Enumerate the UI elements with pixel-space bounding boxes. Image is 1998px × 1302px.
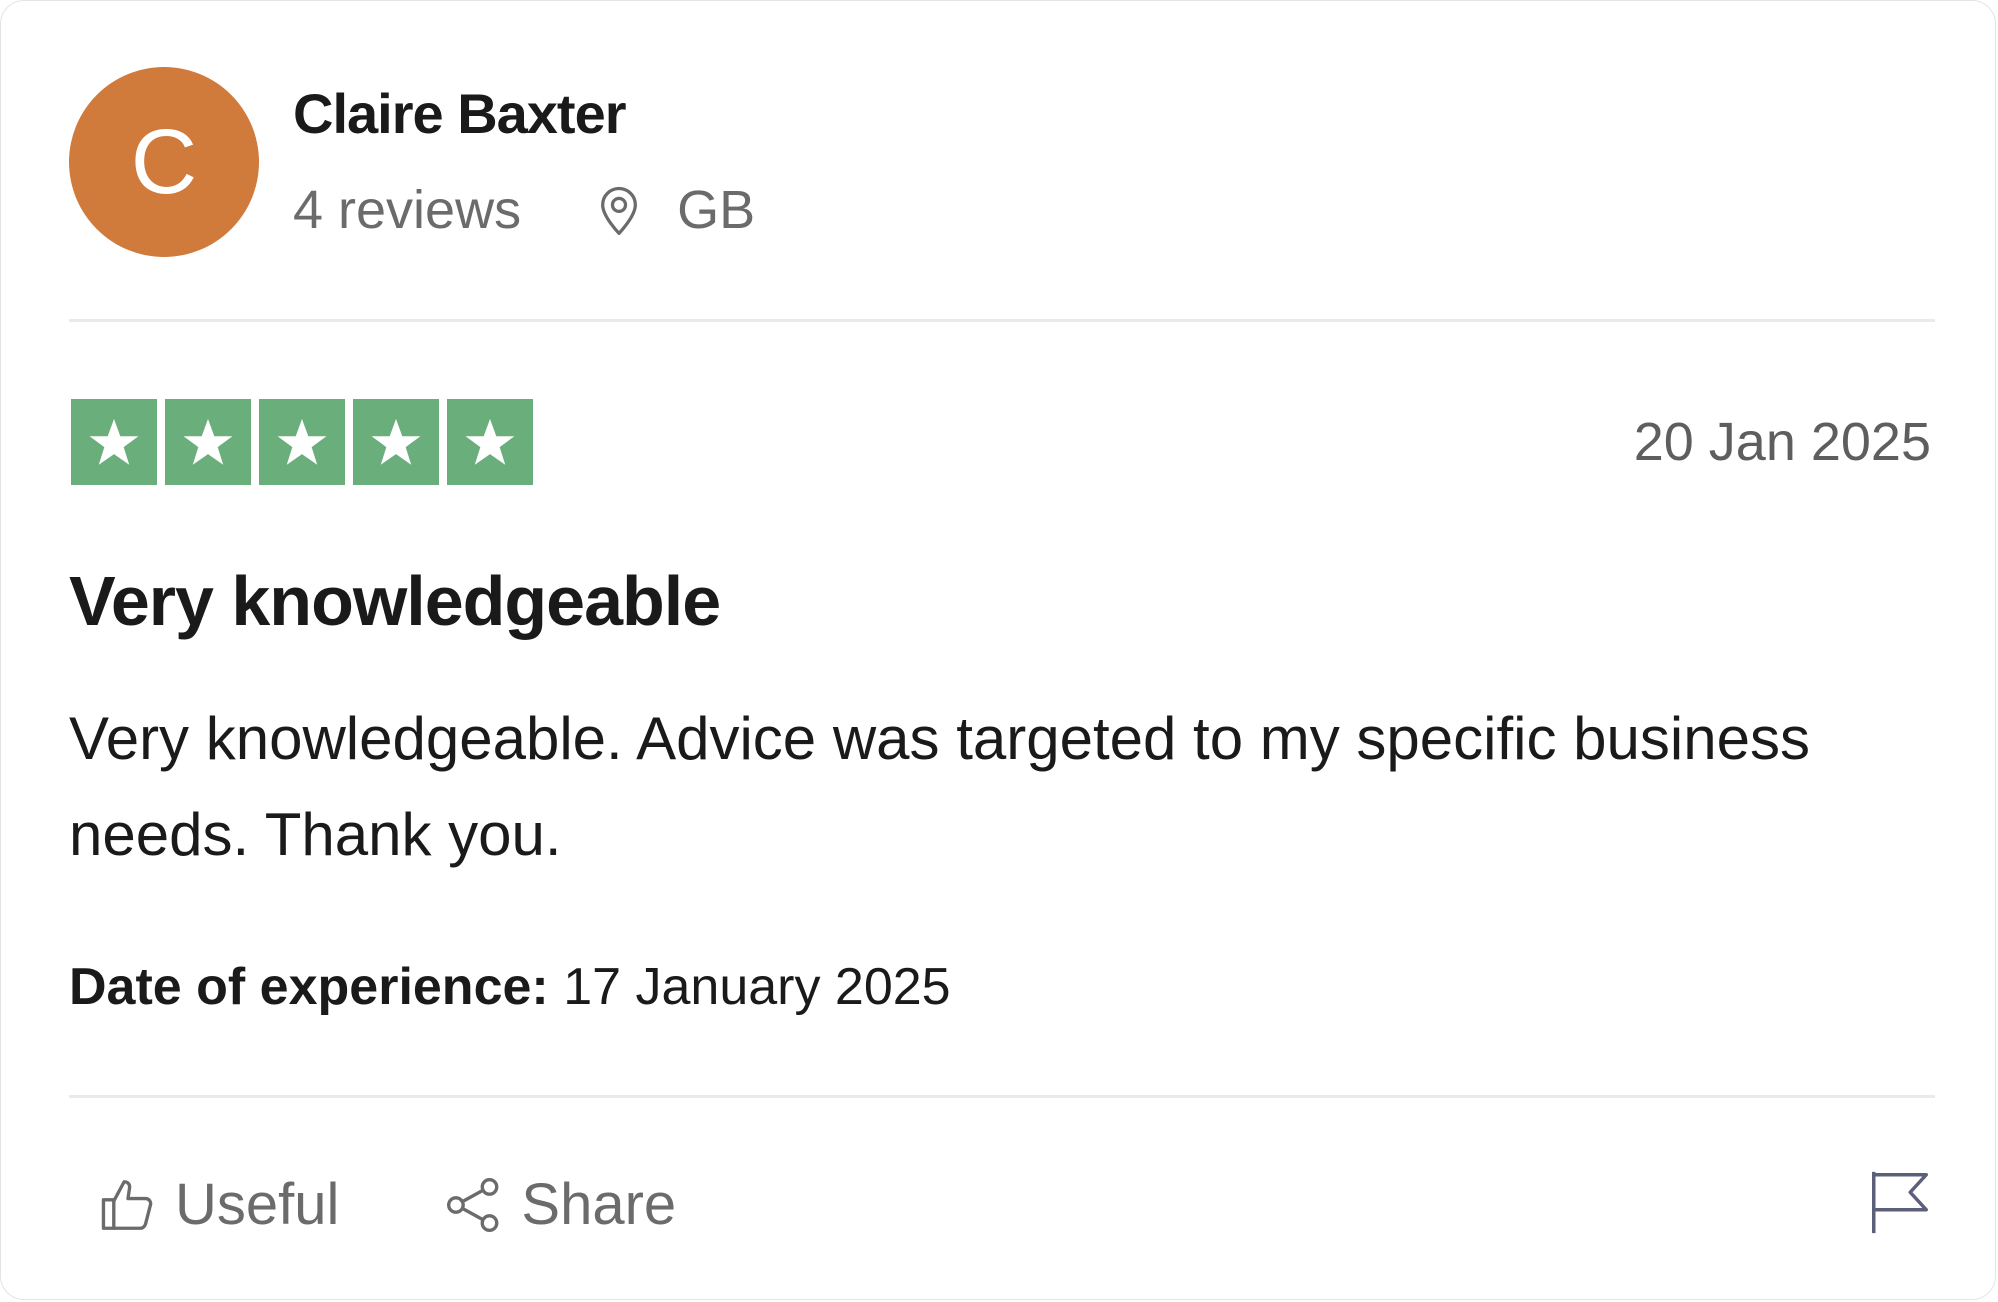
divider-top	[69, 319, 1935, 322]
location-pin-icon	[601, 186, 638, 235]
avatar[interactable]: C	[69, 67, 259, 257]
star-icon	[183, 419, 233, 465]
star-4	[353, 399, 439, 485]
thumbs-up-icon	[101, 1179, 153, 1230]
reviews-count: 4 reviews	[293, 180, 522, 240]
review-card: C Claire Baxter 4 reviews GB 20 Jan 2025…	[0, 0, 1996, 1300]
flag-icon[interactable]	[1865, 1165, 1935, 1237]
reviewer-meta: 4 reviews GB	[293, 179, 755, 241]
divider-bottom	[69, 1095, 1935, 1098]
review-title[interactable]: Very knowledgeable	[69, 561, 721, 641]
useful-label: Useful	[175, 1172, 340, 1237]
star-icon	[277, 419, 327, 465]
star-rating	[71, 399, 533, 485]
date-of-experience: Date of experience: 17 January 2025	[69, 957, 951, 1017]
experience-date: 17 January 2025	[563, 958, 951, 1016]
star-2	[165, 399, 251, 485]
share-label: Share	[521, 1172, 677, 1237]
review-date: 20 Jan 2025	[1633, 412, 1931, 472]
reviewer-name[interactable]: Claire Baxter	[293, 81, 627, 146]
star-3	[259, 399, 345, 485]
star-icon	[89, 419, 139, 465]
review-actions: Useful Share	[97, 1171, 676, 1238]
star-5	[447, 399, 533, 485]
experience-label: Date of experience:	[69, 958, 549, 1016]
avatar-initial: C	[130, 110, 198, 213]
star-icon	[465, 419, 515, 465]
star-1	[71, 399, 157, 485]
share-icon	[447, 1177, 499, 1232]
share-button[interactable]: Share	[443, 1171, 676, 1238]
useful-button[interactable]: Useful	[97, 1171, 339, 1238]
star-icon	[371, 419, 421, 465]
reviewer-country: GB	[677, 180, 756, 240]
review-body: Very knowledgeable. Advice was targeted …	[69, 705, 1810, 868]
